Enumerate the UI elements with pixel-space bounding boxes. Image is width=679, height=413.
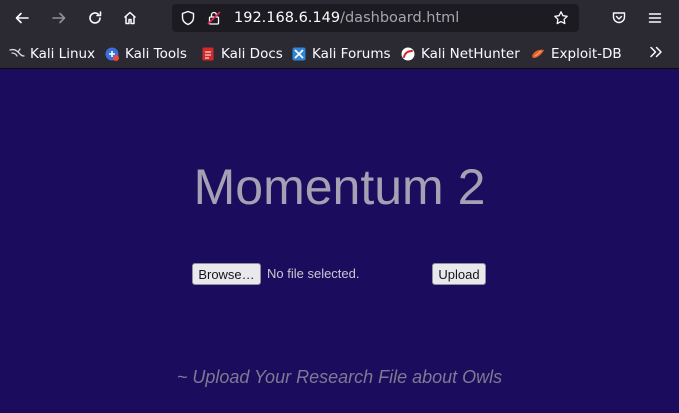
page-content: Momentum 2 Browse… No file selected. Upl… xyxy=(0,69,679,413)
home-icon[interactable] xyxy=(118,6,142,30)
bookmark-label: Kali Linux xyxy=(30,45,96,62)
url-bar[interactable]: 192.168.6.149/dashboard.html xyxy=(172,4,579,32)
bookmark-label: Kali Docs xyxy=(221,45,283,62)
pocket-icon[interactable] xyxy=(607,6,631,30)
kali-forums-icon xyxy=(292,47,306,60)
kali-nethunter-icon xyxy=(401,47,415,60)
url-path: /dashboard.html xyxy=(340,10,460,26)
back-icon[interactable] xyxy=(10,6,34,30)
bookmark-label: Exploit-DB xyxy=(551,45,622,62)
bookmark-kali-nethunter[interactable]: Kali NetHunter xyxy=(400,45,520,62)
browse-button[interactable]: Browse… xyxy=(192,263,261,285)
bookmark-star-icon[interactable] xyxy=(553,10,569,26)
bookmark-kali-forums[interactable]: Kali Forums xyxy=(291,45,391,62)
tagline: ~ Upload Your Research File about Owls xyxy=(176,367,503,387)
forward-icon[interactable] xyxy=(47,6,71,30)
bookmark-kali-docs[interactable]: Kali Docs xyxy=(200,45,283,62)
bookmarks-overflow-icon[interactable] xyxy=(648,43,664,60)
bookmark-kali-linux[interactable]: Kali Linux xyxy=(9,45,95,62)
file-status-text: No file selected. xyxy=(267,266,360,281)
exploit-db-icon xyxy=(532,49,544,58)
shield-icon[interactable] xyxy=(180,10,196,26)
bookmark-label: Kali Tools xyxy=(125,45,187,62)
insecure-lock-icon[interactable] xyxy=(206,10,222,26)
kali-dragon-icon xyxy=(9,47,25,57)
browser-toolbar: 192.168.6.149/dashboard.html xyxy=(0,0,679,37)
bookmark-exploit-db[interactable]: Exploit-DB xyxy=(530,45,622,62)
upload-button[interactable]: Upload xyxy=(432,263,486,285)
reload-icon[interactable] xyxy=(83,6,107,30)
bookmark-label: Kali NetHunter xyxy=(421,45,520,62)
bookmark-kali-tools[interactable]: Kali Tools xyxy=(104,45,187,62)
menu-icon[interactable] xyxy=(643,6,667,30)
url-host: 192.168.6.149 xyxy=(234,10,341,26)
kali-docs-icon xyxy=(202,47,214,60)
url-text[interactable]: 192.168.6.149/dashboard.html xyxy=(234,9,459,27)
bookmarks-toolbar: Kali Linux Kali Tools Kali Docs Kali For… xyxy=(0,37,679,69)
kali-tools-icon xyxy=(105,47,119,61)
page-title: Momentum 2 xyxy=(193,159,486,215)
bookmark-label: Kali Forums xyxy=(312,45,391,62)
